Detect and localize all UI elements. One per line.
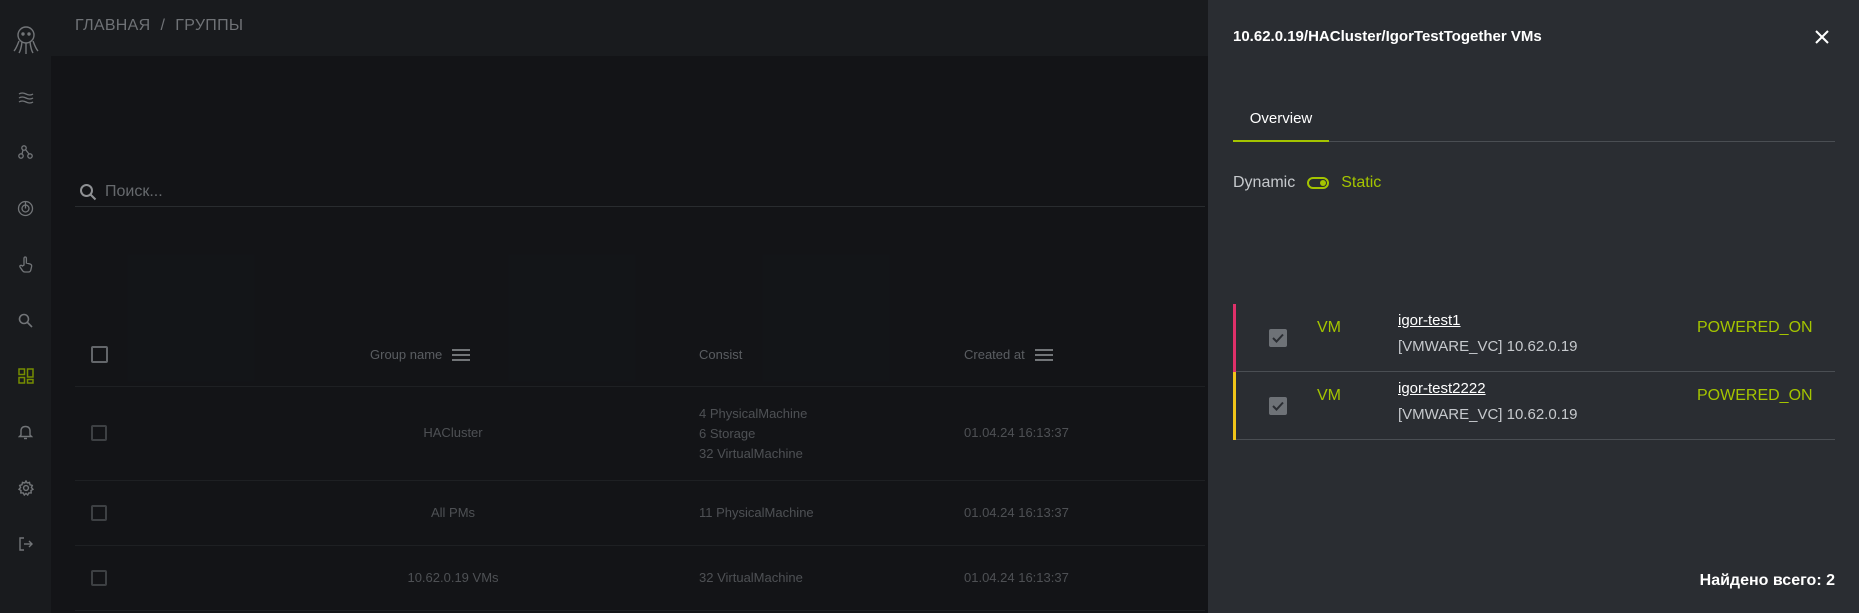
column-consist[interactable]: Consist [699, 347, 742, 362]
gear-icon[interactable] [0, 468, 51, 508]
vm-source: [VMWARE_VC] 10.62.0.19 [1398, 406, 1578, 423]
accent-bar [1233, 304, 1236, 372]
hand-pointer-icon[interactable] [0, 244, 51, 284]
bell-icon[interactable] [0, 412, 51, 452]
close-button[interactable] [1810, 25, 1834, 49]
groups-table: Group name Consist Created at HACluster [75, 323, 1205, 611]
column-group-name[interactable]: Group name [370, 347, 471, 362]
breadcrumb: ГЛАВНАЯ / ГРУППЫ [75, 17, 243, 35]
created-at: 01.04.24 16:13:37 [964, 505, 1069, 520]
vm-type: VM [1317, 387, 1341, 404]
table-row[interactable]: All PMs 11 PhysicalMachine 01.04.24 16:1… [75, 481, 1205, 546]
drawer-tabs: Overview [1233, 96, 1835, 142]
column-group-name-label: Group name [370, 347, 443, 362]
nodes-icon[interactable] [0, 132, 51, 172]
close-icon [1815, 30, 1829, 44]
dashboard-grid-icon[interactable] [0, 356, 51, 396]
consist-item: 32 VirtualMachine [699, 570, 803, 585]
vm-name-link[interactable]: igor-test2222 [1398, 380, 1486, 397]
column-created-at-label: Created at [964, 347, 1025, 362]
row-checkbox[interactable] [91, 505, 107, 521]
list-item[interactable]: VM igor-test1 [VMWARE_VC] 10.62.0.19 POW… [1233, 304, 1835, 372]
group-name: 10.62.0.19 VMs [407, 570, 499, 585]
table-row[interactable]: HACluster 4 PhysicalMachine 6 Storage 32… [75, 387, 1205, 481]
search-bar [75, 177, 1205, 207]
consist-item: 4 PhysicalMachine [699, 406, 808, 421]
table-header: Group name Consist Created at [75, 323, 1205, 387]
waves-icon[interactable] [0, 78, 51, 118]
breadcrumb-separator: / [160, 17, 166, 34]
toggle-label-static: Static [1341, 174, 1382, 191]
column-consist-label: Consist [699, 347, 743, 362]
created-at: 01.04.24 16:13:37 [964, 425, 1069, 440]
vm-checkbox[interactable] [1269, 329, 1287, 347]
created-at: 01.04.24 16:13:37 [964, 570, 1069, 585]
vm-source: [VMWARE_VC] 10.62.0.19 [1398, 338, 1578, 355]
group-name: HACluster [423, 425, 483, 440]
group-consist: 4 PhysicalMachine 6 Storage 32 VirtualMa… [699, 404, 807, 464]
vm-status: POWERED_ON [1697, 387, 1813, 404]
vm-status: POWERED_ON [1697, 319, 1813, 336]
group-name: All PMs [430, 505, 476, 520]
menu-icon[interactable] [1034, 348, 1053, 361]
breadcrumb-home[interactable]: ГЛАВНАЯ [75, 17, 151, 35]
group-details-drawer: 10.62.0.19/HACluster/IgorTestTogether VM… [1208, 0, 1859, 613]
select-all-checkbox[interactable] [91, 346, 108, 363]
list-item[interactable]: VM igor-test2222 [VMWARE_VC] 10.62.0.19 … [1233, 372, 1835, 440]
consist-item: 6 Storage [699, 426, 756, 441]
found-total: Найдено всего: 2 [1699, 572, 1835, 589]
consist-item: 11 PhysicalMachine [699, 505, 814, 520]
search-input[interactable] [105, 182, 1005, 201]
checkmark-icon [1272, 333, 1284, 343]
column-created-at[interactable]: Created at [964, 347, 1053, 362]
breadcrumb-current: ГРУППЫ [175, 17, 244, 34]
consist-item: 32 VirtualMachine [699, 446, 803, 461]
vm-list: VM igor-test1 [VMWARE_VC] 10.62.0.19 POW… [1233, 304, 1835, 440]
toggle-label-dynamic: Dynamic [1233, 174, 1296, 191]
table-row[interactable]: 10.62.0.19 VMs 32 VirtualMachine 01.04.2… [75, 546, 1205, 611]
drawer-title: 10.62.0.19/HACluster/IgorTestTogether VM… [1233, 28, 1542, 45]
logout-icon[interactable] [0, 524, 51, 564]
checkmark-icon [1272, 401, 1284, 411]
search-icon[interactable] [0, 300, 51, 340]
octopus-logo-icon[interactable] [0, 18, 51, 62]
vm-checkbox[interactable] [1269, 397, 1287, 415]
row-checkbox[interactable] [91, 570, 107, 586]
accent-bar [1233, 372, 1236, 440]
sidebar [0, 0, 51, 613]
tab-overview[interactable]: Overview [1233, 96, 1329, 142]
radar-icon[interactable] [0, 188, 51, 228]
group-consist: 11 PhysicalMachine [699, 505, 814, 520]
mode-switch[interactable] [1307, 177, 1330, 189]
menu-icon[interactable] [452, 348, 471, 361]
dynamic-static-toggle: Dynamic Static [1233, 174, 1381, 192]
vm-name-link[interactable]: igor-test1 [1398, 312, 1461, 329]
group-consist: 32 VirtualMachine [699, 570, 803, 585]
vm-type: VM [1317, 319, 1341, 336]
app: ГЛАВНАЯ / ГРУППЫ Group name [0, 0, 1859, 613]
search-field-icon [80, 183, 97, 200]
row-checkbox[interactable] [91, 425, 107, 441]
